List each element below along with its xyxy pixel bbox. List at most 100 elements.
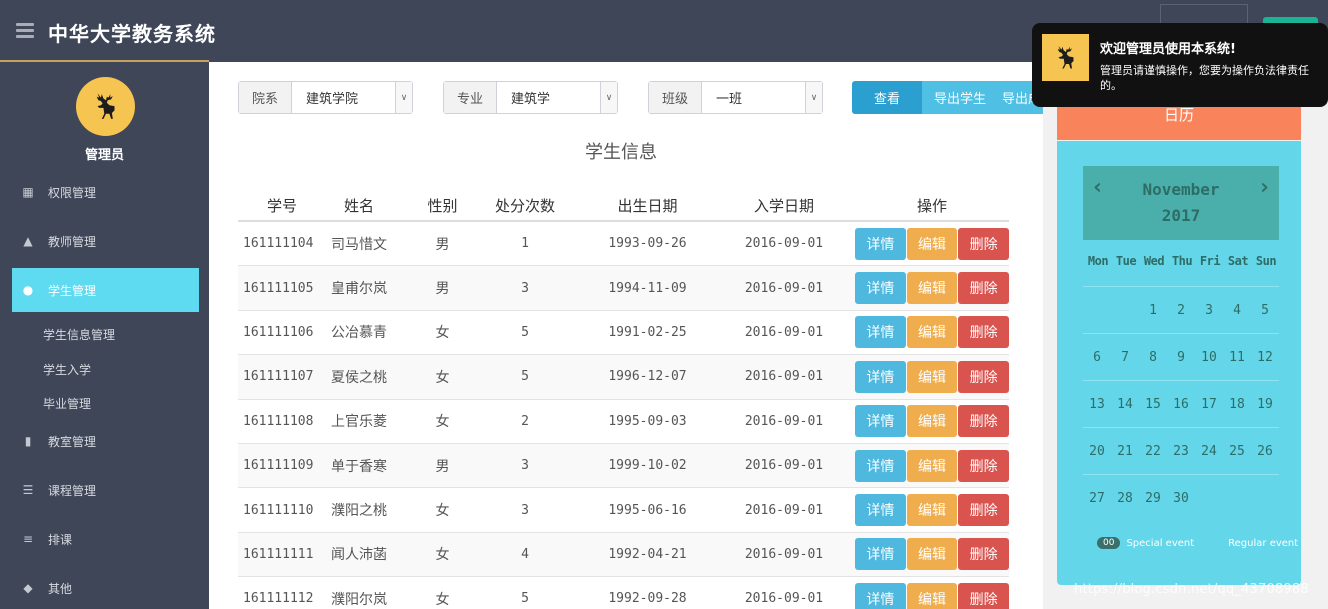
view-button[interactable]: 查看 xyxy=(852,81,922,114)
calendar-day[interactable]: 4 xyxy=(1223,303,1251,318)
calendar-day[interactable]: 7 xyxy=(1111,350,1139,365)
sidebar-subitem-student-info[interactable]: 学生信息管理 xyxy=(43,326,115,343)
sidebar-item-other[interactable]: ◆ 其他 xyxy=(12,566,199,609)
calendar-week: 27 28 29 30 xyxy=(1083,474,1279,521)
calendar-day[interactable]: 3 xyxy=(1195,303,1223,318)
calendar-day[interactable]: 14 xyxy=(1111,397,1139,412)
calendar-day[interactable]: 15 xyxy=(1139,397,1167,412)
cell-birth: 1995-09-03 xyxy=(608,413,687,429)
sidebar-item-permissions[interactable]: ▦ 权限管理 xyxy=(12,170,199,214)
cell-enroll: 2016-09-01 xyxy=(744,280,824,296)
sidebar-item-courses[interactable]: ☰ 课程管理 xyxy=(12,468,199,512)
edit-button[interactable]: 编辑 xyxy=(906,360,958,393)
calendar-day[interactable]: 27 xyxy=(1083,491,1111,506)
calendar-day[interactable]: 22 xyxy=(1139,444,1167,459)
calendar-day[interactable]: 10 xyxy=(1195,350,1223,365)
welcome-notification[interactable]: 欢迎管理员使用本系统! 管理员请谨慎操作，您要为操作负法律责任的。 xyxy=(1032,23,1328,107)
calendar-day[interactable]: 9 xyxy=(1167,350,1195,365)
delete-button[interactable]: 删除 xyxy=(958,449,1010,482)
sidebar-subitem-graduation[interactable]: 毕业管理 xyxy=(43,395,91,412)
chevron-down-icon[interactable]: ∨ xyxy=(395,82,412,113)
delete-button[interactable]: 删除 xyxy=(958,538,1010,571)
calendar-day[interactable]: 21 xyxy=(1111,444,1139,459)
edit-button[interactable]: 编辑 xyxy=(906,405,958,438)
calendar-day[interactable]: 6 xyxy=(1083,350,1111,365)
chevron-right-icon[interactable]: › xyxy=(1258,175,1271,200)
cell-name: 闻人沛菡 xyxy=(331,547,387,564)
table-row: 161111108 上官乐菱 女 2 1995-09-03 2016-09-01 详情 编辑删… xyxy=(238,400,1010,444)
detail-button[interactable]: 详情 xyxy=(855,582,906,609)
calendar-day[interactable]: 26 xyxy=(1251,444,1279,459)
calendar-day[interactable]: 2 xyxy=(1167,303,1195,318)
sidebar-item-label: 排课 xyxy=(48,532,73,547)
calendar-day[interactable]: 5 xyxy=(1251,303,1279,318)
header-id: 学号 xyxy=(266,196,297,215)
calendar-day[interactable]: 1 xyxy=(1139,303,1167,318)
edit-button[interactable]: 编辑 xyxy=(906,272,958,305)
cell-enroll: 2016-09-01 xyxy=(744,458,824,474)
export-students-button[interactable]: 导出学生 xyxy=(922,81,1002,114)
delete-button[interactable]: 删除 xyxy=(958,494,1010,527)
sidebar-item-scheduling[interactable]: ≡ 排课 xyxy=(12,517,199,561)
sidebar-item-teachers[interactable]: ▲ 教师管理 xyxy=(12,219,199,263)
calendar-day[interactable]: 25 xyxy=(1223,444,1251,459)
detail-button[interactable]: 详情 xyxy=(855,227,906,260)
calendar-day[interactable]: 11 xyxy=(1223,350,1251,365)
calendar-day[interactable]: 30 xyxy=(1167,491,1195,506)
edit-button[interactable]: 编辑 xyxy=(906,538,958,571)
calendar-day[interactable]: 17 xyxy=(1195,397,1223,412)
calendar-day[interactable]: 28 xyxy=(1111,491,1139,506)
calendar-year: 2017 xyxy=(1161,206,1201,225)
department-select[interactable]: 院系 建筑学院 ∨ xyxy=(238,81,413,114)
calendar-day[interactable]: 12 xyxy=(1251,350,1279,365)
cell-count: 2 xyxy=(521,413,529,429)
calendar-day[interactable]: 23 xyxy=(1167,444,1195,459)
detail-button[interactable]: 详情 xyxy=(855,316,906,349)
chevron-down-icon[interactable]: ∨ xyxy=(805,82,822,113)
calendar-day[interactable]: 18 xyxy=(1223,397,1251,412)
detail-button[interactable]: 详情 xyxy=(855,360,906,393)
detail-button[interactable]: 详情 xyxy=(855,272,906,305)
calendar-day[interactable]: 8 xyxy=(1139,350,1167,365)
student-table: 学号 姓名 性别 处分次数 出生日期 入学日期 操作 161111104 司马惜文… xyxy=(238,190,1010,609)
cell-birth: 1996-12-07 xyxy=(608,369,687,385)
calendar-day[interactable]: 13 xyxy=(1083,397,1111,412)
cell-birth: 1993-09-26 xyxy=(608,236,687,252)
edit-button[interactable]: 编辑 xyxy=(906,494,958,527)
calendar-day[interactable]: 20 xyxy=(1083,444,1111,459)
calendar-day[interactable]: 19 xyxy=(1251,397,1279,412)
delete-button[interactable]: 删除 xyxy=(958,405,1010,438)
delete-button[interactable]: 删除 xyxy=(958,360,1010,393)
calendar-day[interactable]: 29 xyxy=(1139,491,1167,506)
detail-button[interactable]: 详情 xyxy=(855,449,906,482)
edit-button[interactable]: 编辑 xyxy=(906,227,958,260)
row-actions: 详情 编辑 删除 xyxy=(854,494,1010,527)
calendar-day[interactable]: 16 xyxy=(1167,397,1195,412)
calendar-week: 13 14 15 16 17 18 19 xyxy=(1083,380,1279,427)
edit-button[interactable]: 编辑 xyxy=(906,449,958,482)
menu-icon[interactable] xyxy=(16,23,34,39)
delete-button[interactable]: 删除 xyxy=(958,316,1010,349)
sidebar-item-classrooms[interactable]: ▮ 教室管理 xyxy=(12,419,199,463)
sidebar-item-label: 其他 xyxy=(48,581,73,596)
cell-enroll: 2016-09-01 xyxy=(744,546,824,562)
weekday: Wed xyxy=(1143,254,1165,268)
delete-button[interactable]: 删除 xyxy=(958,582,1010,609)
major-select[interactable]: 专业 建筑学 ∨ xyxy=(443,81,618,114)
cell-id: 161111104 xyxy=(243,236,314,252)
sidebar-item-students[interactable]: ● 学生管理 xyxy=(12,268,199,312)
detail-button[interactable]: 详情 xyxy=(855,494,906,527)
detail-button[interactable]: 详情 xyxy=(855,538,906,571)
edit-button[interactable]: 编辑 xyxy=(906,582,958,609)
delete-button[interactable]: 删除 xyxy=(958,227,1010,260)
chevron-down-icon[interactable]: ∨ xyxy=(600,82,617,113)
class-select[interactable]: 班级 一班 ∨ xyxy=(648,81,823,114)
row-actions: 详情 编辑 删除 xyxy=(854,316,1010,349)
edit-button[interactable]: 编辑 xyxy=(906,316,958,349)
calendar-day[interactable]: 24 xyxy=(1195,444,1223,459)
delete-button[interactable]: 删除 xyxy=(958,272,1010,305)
avatar[interactable] xyxy=(76,77,135,136)
detail-button[interactable]: 详情 xyxy=(855,405,906,438)
sidebar-subitem-enrollment[interactable]: 学生入学 xyxy=(43,361,91,378)
weekday: Sun xyxy=(1255,254,1277,268)
